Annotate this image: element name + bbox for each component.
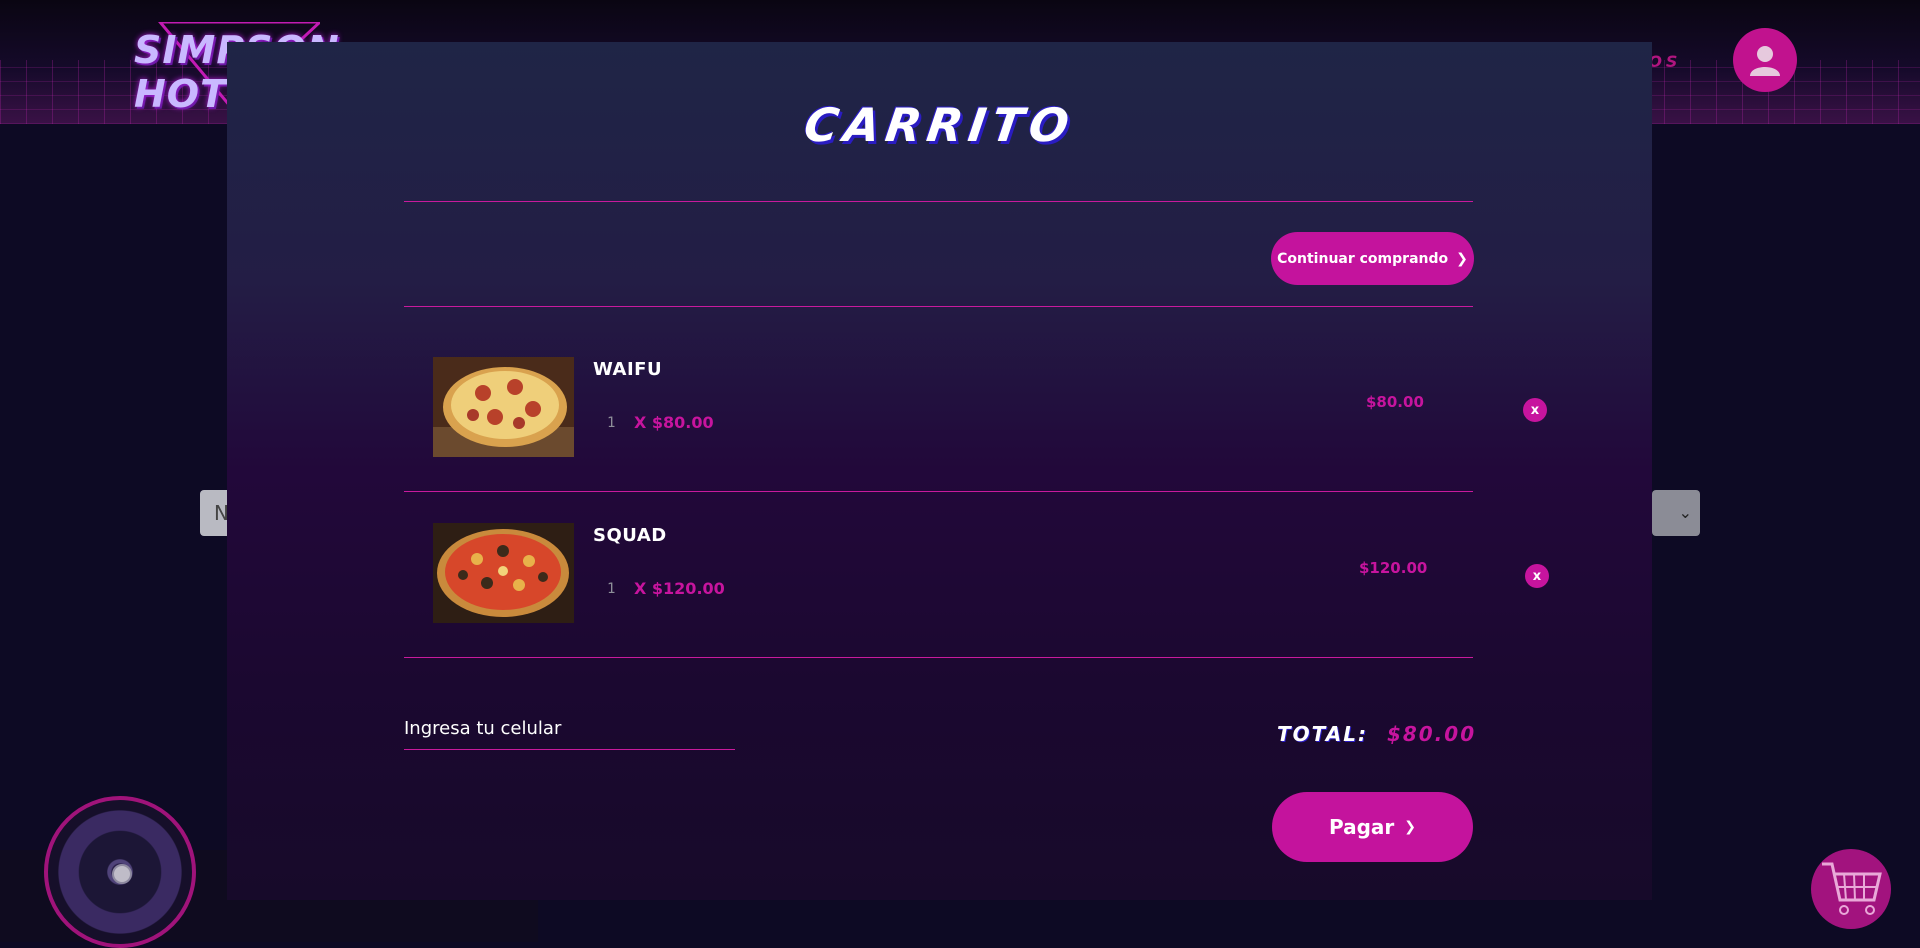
cart-title: CARRITO [800, 98, 1079, 152]
cart-total: TOTAL: $80.00 [1277, 722, 1476, 746]
disc-center [112, 864, 132, 884]
item-unit-price: X $120.00 [634, 579, 725, 598]
item-name: SQUAD [593, 525, 667, 546]
divider [404, 306, 1473, 307]
cart-button[interactable] [1811, 849, 1891, 929]
item-unit-price: X $80.00 [634, 413, 714, 432]
item-quantity[interactable]: 1 [607, 581, 615, 597]
remove-item-button[interactable]: x [1525, 564, 1549, 588]
item-subtotal: $120.00 [1359, 559, 1428, 577]
total-value: $80.00 [1386, 722, 1477, 746]
chevron-down-icon: ⌄ [1678, 503, 1692, 522]
phone-input[interactable] [404, 708, 735, 750]
item-image-pizza-supreme [433, 523, 574, 623]
divider [404, 201, 1473, 202]
divider [404, 657, 1473, 658]
item-quantity[interactable]: 1 [607, 415, 615, 431]
total-label: TOTAL: [1277, 722, 1368, 746]
pay-button[interactable]: Pagar ❯ [1272, 792, 1473, 862]
close-icon: x [1530, 402, 1540, 418]
user-icon [1750, 46, 1780, 76]
shopping-cart-icon [1822, 862, 1882, 915]
item-name: WAIFU [593, 359, 663, 380]
user-avatar-button[interactable] [1733, 28, 1797, 92]
cart-item: SQUAD 1 X $120.00 $120.00 x [404, 523, 1549, 623]
divider [404, 491, 1473, 492]
chevron-right-icon: ❯ [1404, 819, 1417, 835]
sort-select[interactable]: ⌄ [1652, 490, 1700, 536]
cart-modal: CARRITO Continuar comprando ❯ WAIFU 1 X … [227, 42, 1652, 900]
continue-shopping-button[interactable]: Continuar comprando ❯ [1271, 232, 1474, 285]
album-disc[interactable] [44, 796, 196, 948]
chevron-right-icon: ❯ [1456, 250, 1468, 267]
cart-item: WAIFU 1 X $80.00 $80.00 x [404, 357, 1547, 457]
remove-item-button[interactable]: x [1523, 398, 1547, 422]
item-subtotal: $80.00 [1366, 393, 1424, 411]
item-image-pizza-pepperoni [433, 357, 574, 457]
close-icon: x [1532, 568, 1542, 584]
continue-shopping-label: Continuar comprando [1277, 250, 1449, 267]
pay-label: Pagar [1328, 815, 1395, 839]
